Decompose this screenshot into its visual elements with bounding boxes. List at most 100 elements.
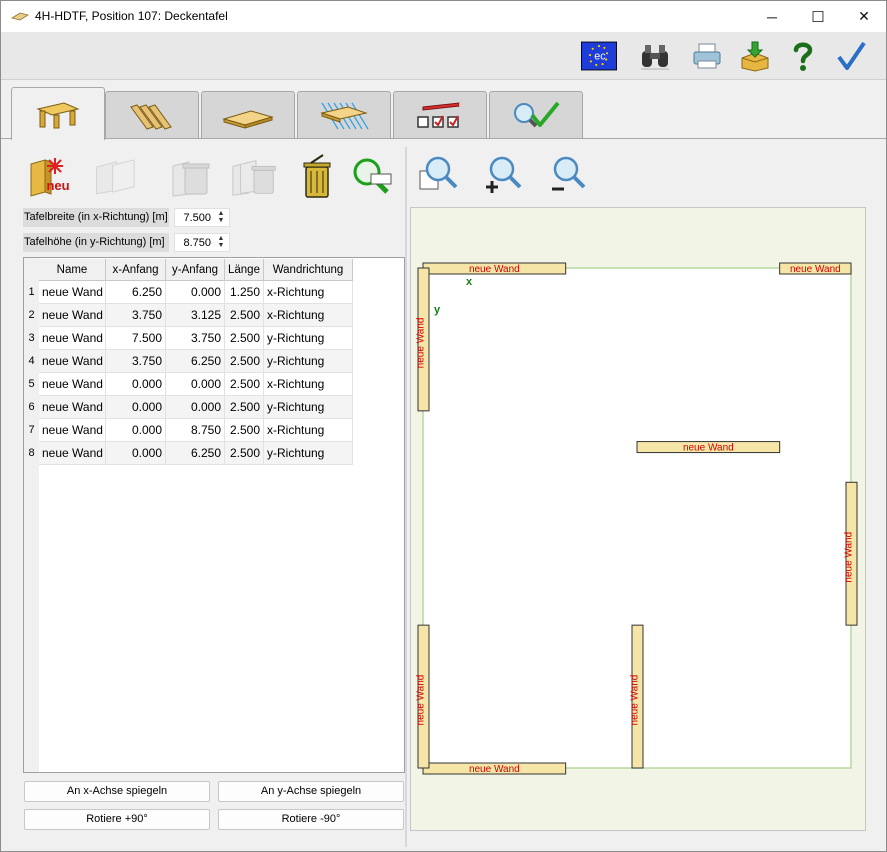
binoculars-icon[interactable] (637, 38, 673, 74)
column-header-y[interactable]: y-Anfang (166, 259, 225, 281)
close-button[interactable]: ✕ (841, 1, 887, 32)
table-cell[interactable]: x-Richtung (264, 419, 353, 442)
trash-icon[interactable] (291, 151, 341, 201)
row-number[interactable]: 3 (24, 327, 39, 350)
table-cell[interactable]: 7.500 (106, 327, 166, 350)
row-number[interactable]: 6 (24, 396, 39, 419)
table-cell[interactable]: 0.000 (106, 419, 166, 442)
table-row[interactable]: 2 neue Wand 3.750 3.125 2.500 x-Richtung (24, 304, 354, 327)
row-number[interactable]: 7 (24, 419, 39, 442)
spin-arrows-icon[interactable]: ▲ ▼ (215, 235, 227, 250)
wall-1[interactable]: neue Wand (779, 262, 852, 275)
table-cell[interactable]: 6.250 (166, 350, 225, 373)
zoom-out-icon[interactable] (541, 151, 591, 199)
minimize-button[interactable]: ─ (749, 1, 795, 32)
table-cell[interactable]: 3.750 (106, 350, 166, 373)
wall-6[interactable]: neue Wand (416, 267, 430, 412)
wall-tab[interactable] (11, 87, 105, 140)
wall-7[interactable]: neue Wand (422, 762, 567, 775)
table-row[interactable]: 8 neue Wand 0.000 6.250 2.500 y-Richtung (24, 442, 354, 465)
wall-2[interactable]: neue Wand (636, 441, 781, 454)
table-cell[interactable]: 2.500 (225, 304, 264, 327)
wall-8[interactable]: neue Wand (416, 624, 430, 769)
boards-tab[interactable] (201, 91, 295, 139)
table-cell[interactable]: 2.500 (225, 396, 264, 419)
table-cell[interactable]: 2.500 (225, 327, 264, 350)
table-cell[interactable]: y-Richtung (264, 442, 353, 465)
height-spinbox[interactable]: 8.750 ▲ ▼ (174, 233, 230, 252)
zoom-select-icon[interactable] (347, 151, 397, 201)
table-cell[interactable]: neue Wand (39, 419, 106, 442)
table-cell[interactable]: neue Wand (39, 281, 106, 304)
checkmark-icon[interactable] (833, 38, 869, 74)
table-cell[interactable]: 0.000 (166, 373, 225, 396)
table-cell[interactable]: x-Richtung (264, 304, 353, 327)
wall-4[interactable]: neue Wand (630, 624, 644, 769)
copy-wall-icon[interactable] (93, 151, 143, 201)
help-icon[interactable] (785, 38, 821, 74)
table-cell[interactable]: 0.000 (166, 281, 225, 304)
row-number[interactable]: 2 (24, 304, 39, 327)
table-cell[interactable]: 3.750 (106, 304, 166, 327)
mirror-x-button[interactable]: An x-Achse spiegeln (24, 781, 210, 802)
table-cell[interactable]: 2.500 (225, 442, 264, 465)
zoom-in-icon[interactable] (477, 151, 527, 199)
panel-splitter[interactable] (405, 147, 407, 847)
table-row[interactable]: 1 neue Wand 6.250 0.000 1.250 x-Richtung (24, 281, 354, 304)
rotate-plus-button[interactable]: Rotiere +90° (24, 809, 210, 830)
table-row[interactable]: 3 neue Wand 7.500 3.750 2.500 y-Richtung (24, 327, 354, 350)
row-number[interactable]: 5 (24, 373, 39, 396)
column-header-x[interactable]: x-Anfang (106, 259, 166, 281)
table-cell[interactable]: y-Richtung (264, 350, 353, 373)
checklist-tab[interactable] (393, 91, 487, 139)
wall-3[interactable]: neue Wand (844, 481, 858, 626)
table-cell[interactable]: 0.000 (166, 396, 225, 419)
table-cell[interactable]: 6.250 (166, 442, 225, 465)
rotate-minus-button[interactable]: Rotiere -90° (218, 809, 404, 830)
maximize-button[interactable]: ☐ (795, 1, 841, 32)
table-cell[interactable]: neue Wand (39, 304, 106, 327)
table-cell[interactable]: neue Wand (39, 396, 106, 419)
mirror-y-button[interactable]: An y-Achse spiegeln (218, 781, 404, 802)
column-header-name[interactable]: Name (39, 259, 106, 281)
new-wall-icon[interactable]: neu (23, 151, 73, 201)
row-number[interactable]: 8 (24, 442, 39, 465)
layers-tab[interactable] (297, 91, 391, 139)
table-cell[interactable]: 0.000 (106, 396, 166, 419)
table-cell[interactable]: y-Richtung (264, 327, 353, 350)
beams-tab[interactable] (105, 91, 199, 139)
eu-flag-icon[interactable]: ec (581, 38, 617, 74)
table-cell[interactable]: neue Wand (39, 442, 106, 465)
printer-icon[interactable] (689, 38, 725, 74)
row-number[interactable]: 1 (24, 281, 39, 304)
table-cell[interactable]: 3.125 (166, 304, 225, 327)
zoom-fit-icon[interactable] (413, 151, 463, 199)
table-row[interactable]: 7 neue Wand 0.000 8.750 2.500 x-Richtung (24, 419, 354, 442)
table-cell[interactable]: 8.750 (166, 419, 225, 442)
table-row[interactable]: 4 neue Wand 3.750 6.250 2.500 y-Richtung (24, 350, 354, 373)
table-cell[interactable]: x-Richtung (264, 373, 353, 396)
column-header-direction[interactable]: Wandrichtung (264, 259, 353, 281)
table-cell[interactable]: x-Richtung (264, 281, 353, 304)
wall-layout-canvas[interactable]: neue Wand neue Wand neue Wand neue Wand neue… (410, 207, 866, 831)
table-cell[interactable]: y-Richtung (264, 396, 353, 419)
spin-arrows-icon[interactable]: ▲ ▼ (215, 210, 227, 225)
table-row[interactable]: 6 neue Wand 0.000 0.000 2.500 y-Richtung (24, 396, 354, 419)
column-header-length[interactable]: Länge (225, 259, 264, 281)
table-cell[interactable]: neue Wand (39, 350, 106, 373)
table-cell[interactable]: 0.000 (106, 442, 166, 465)
table-cell[interactable]: 1.250 (225, 281, 264, 304)
table-cell[interactable]: 2.500 (225, 419, 264, 442)
row-number[interactable]: 4 (24, 350, 39, 373)
table-cell[interactable]: 6.250 (106, 281, 166, 304)
table-cell[interactable]: neue Wand (39, 327, 106, 350)
delete-wall-icon[interactable] (165, 151, 215, 201)
check-zoom-tab[interactable] (489, 91, 583, 139)
delete-all-icon[interactable] (229, 151, 279, 201)
download-box-icon[interactable] (737, 38, 773, 74)
table-cell[interactable]: 2.500 (225, 350, 264, 373)
wall-5[interactable]: neue Wand (422, 262, 567, 275)
table-cell[interactable]: 2.500 (225, 373, 264, 396)
width-spinbox[interactable]: 7.500 ▲ ▼ (174, 208, 230, 227)
table-cell[interactable]: 3.750 (166, 327, 225, 350)
